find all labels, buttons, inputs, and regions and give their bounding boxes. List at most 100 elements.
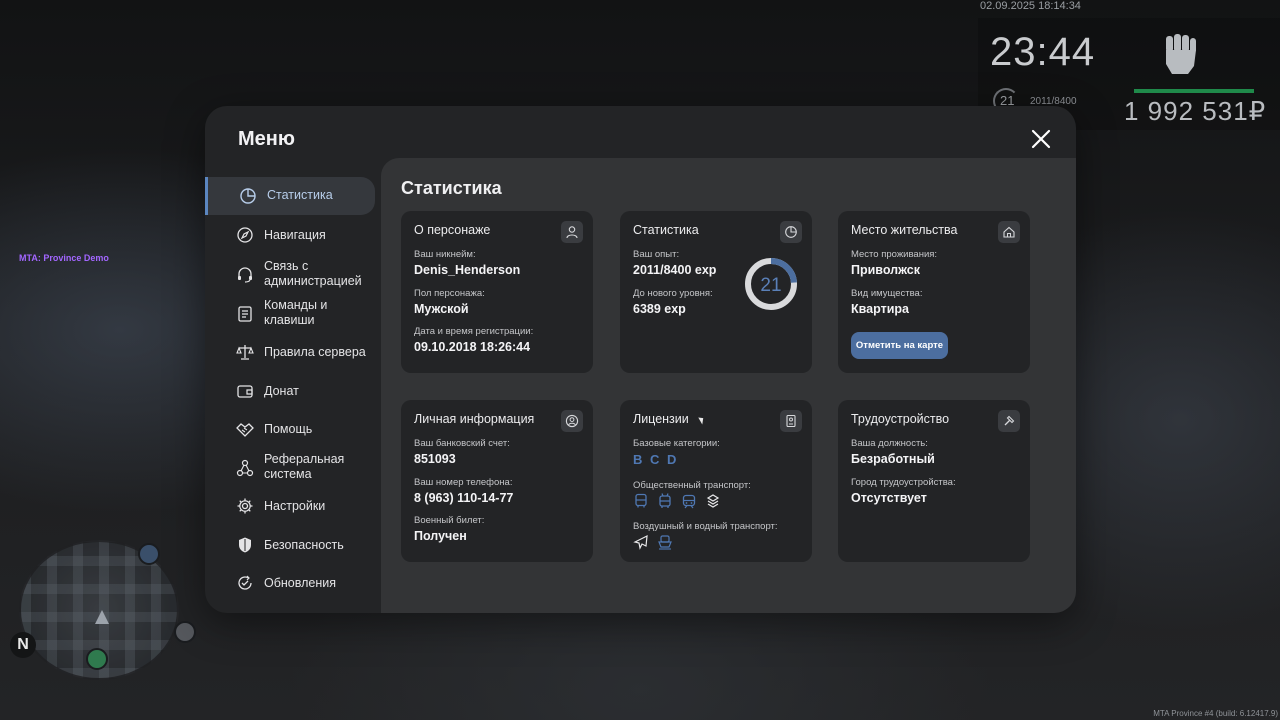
gear-icon bbox=[237, 498, 253, 514]
level-value: 21 bbox=[760, 275, 781, 296]
build-tag: MTA Province #4 (build: 6.12417.9) bbox=[1153, 709, 1278, 718]
exp-value: 2011/8400 exp bbox=[633, 263, 717, 277]
shield-icon bbox=[239, 537, 251, 553]
card-title: Лицензии bbox=[633, 412, 689, 426]
sidebar-item-security[interactable]: Безопасность bbox=[205, 526, 375, 564]
headset-icon bbox=[238, 267, 252, 283]
sidebar-item-admin-contact[interactable]: Связь с администрацией bbox=[205, 256, 375, 294]
player-arrow-icon bbox=[95, 610, 109, 624]
pie-chart-icon bbox=[240, 188, 256, 204]
gps-marker-icon bbox=[86, 648, 108, 670]
id-card-icon bbox=[780, 410, 802, 432]
card-title: Статистика bbox=[633, 223, 699, 237]
card-residence: Место жительства Место проживания: Приво… bbox=[838, 211, 1030, 373]
field-label: Ваш банковский счет: bbox=[414, 438, 510, 449]
server-tag: MTA: Province Demo bbox=[19, 253, 109, 263]
sidebar-item-label: Настройки bbox=[264, 499, 326, 513]
level-progress-ring: 21 bbox=[745, 258, 797, 310]
taxi-icon bbox=[706, 494, 720, 508]
card-character: О персонаже Ваш никнейм: Denis_Henderson… bbox=[401, 211, 593, 373]
field-label: Общественный транспорт: bbox=[633, 480, 751, 491]
shop-marker-icon bbox=[138, 543, 160, 565]
next-level-value: 6389 exp bbox=[633, 302, 686, 316]
field-label: Дата и время регистрации: bbox=[414, 326, 534, 337]
bus-icon bbox=[635, 493, 647, 508]
sidebar-item-label: Помощь bbox=[264, 422, 313, 436]
sidebar-item-label: Связь с администрацией bbox=[264, 259, 362, 288]
sidebar-item-label: Реферальная система bbox=[264, 452, 345, 481]
sidebar-item-statistics[interactable]: Статистика bbox=[205, 177, 375, 215]
plane-icon bbox=[633, 534, 648, 550]
city-value: Отсутствует bbox=[851, 491, 927, 505]
sidebar-item-referral[interactable]: Реферальная система bbox=[205, 449, 375, 487]
hud-money: 1 992 531₽ bbox=[1124, 96, 1267, 126]
refresh-check-icon bbox=[238, 575, 252, 590]
menu-window: Меню Статистика Навигация Связь с админи… bbox=[205, 106, 1076, 613]
user-icon bbox=[561, 221, 583, 243]
hammer-icon bbox=[998, 410, 1020, 432]
field-label: Город трудоустройства: bbox=[851, 477, 956, 488]
card-licenses: Лицензии Базовые категории: B C D Общест… bbox=[620, 400, 812, 562]
wallet-icon bbox=[237, 385, 253, 398]
scales-icon bbox=[236, 345, 254, 360]
sidebar-item-rules[interactable]: Правила сервера bbox=[205, 333, 375, 371]
hud-clock: 23:44 bbox=[990, 30, 1096, 74]
license-category: D bbox=[667, 452, 677, 467]
sidebar-item-label: Безопасность bbox=[264, 538, 344, 552]
sidebar-item-settings[interactable]: Настройки bbox=[205, 487, 375, 525]
sidebar-item-label: Навигация bbox=[264, 228, 326, 242]
hud-datetime: 02.09.2025 18:14:34 bbox=[980, 0, 1081, 12]
home-icon bbox=[998, 221, 1020, 243]
document-icon bbox=[238, 306, 252, 322]
sidebar-item-commands[interactable]: Команды и клавиши bbox=[205, 295, 375, 333]
field-label: До нового уровня: bbox=[633, 288, 713, 299]
field-label: Место проживания: bbox=[851, 249, 938, 260]
field-label: Пол персонажа: bbox=[414, 288, 485, 299]
registration-value: 09.10.2018 18:26:44 bbox=[414, 340, 531, 354]
tram-icon bbox=[682, 494, 696, 509]
boat-icon bbox=[658, 535, 672, 550]
field-label: Военный билет: bbox=[414, 515, 485, 526]
card-stats: Статистика Ваш опыт: 2011/8400 exp До но… bbox=[620, 211, 812, 373]
sidebar-item-label: Команды и клавиши bbox=[264, 298, 328, 327]
card-title: Личная информация bbox=[414, 412, 535, 426]
network-icon bbox=[236, 459, 254, 477]
gender-value: Мужской bbox=[414, 302, 469, 316]
card-title: Место жительства bbox=[851, 223, 958, 237]
sidebar-item-label: Статистика bbox=[267, 188, 333, 202]
phone-value: 8 (963) 110-14-77 bbox=[414, 491, 514, 505]
bank-value: 851093 bbox=[414, 452, 456, 466]
field-label: Воздушный и водный транспорт: bbox=[633, 521, 778, 532]
sidebar-item-navigation[interactable]: Навигация bbox=[205, 216, 375, 254]
field-label: Базовые категории: bbox=[633, 438, 720, 449]
sidebar-item-label: Правила сервера bbox=[264, 345, 366, 359]
license-category: C bbox=[650, 452, 660, 467]
sidebar-item-donate[interactable]: Донат bbox=[205, 372, 375, 410]
mark-on-map-button[interactable]: Отметить на карте bbox=[851, 332, 948, 359]
field-label: Ваш номер телефона: bbox=[414, 477, 513, 488]
north-indicator: N bbox=[10, 632, 36, 658]
card-personal: Личная информация Ваш банковский счет: 8… bbox=[401, 400, 593, 562]
field-label: Ваша должность: bbox=[851, 438, 928, 449]
license-category: B bbox=[633, 452, 643, 467]
trolleybus-icon bbox=[659, 493, 671, 508]
compass-icon bbox=[237, 227, 253, 243]
field-label: Ваш опыт: bbox=[633, 249, 680, 260]
handshake-icon bbox=[236, 423, 254, 437]
field-label: Вид имущества: bbox=[851, 288, 923, 299]
sidebar-item-help[interactable]: Помощь bbox=[205, 410, 375, 448]
fist-icon bbox=[1166, 34, 1196, 74]
card-employment: Трудоустройство Ваша должность: Безработ… bbox=[838, 400, 1030, 562]
sidebar-item-updates[interactable]: Обновления bbox=[205, 564, 375, 602]
card-title: Трудоустройство bbox=[851, 412, 950, 426]
content-panel: Статистика О персонаже Ваш никнейм: Deni… bbox=[381, 158, 1076, 613]
nickname-value: Denis_Henderson bbox=[414, 263, 521, 277]
military-value: Получен bbox=[414, 529, 467, 543]
sidebar-item-label: Обновления bbox=[264, 576, 336, 590]
vehicle-marker-icon bbox=[174, 621, 196, 643]
close-icon[interactable] bbox=[1029, 127, 1053, 151]
place-value: Приволжск bbox=[851, 263, 920, 277]
page-title: Статистика bbox=[401, 178, 502, 198]
user-circle-icon bbox=[561, 410, 583, 432]
field-label: Ваш никнейм: bbox=[414, 249, 476, 260]
